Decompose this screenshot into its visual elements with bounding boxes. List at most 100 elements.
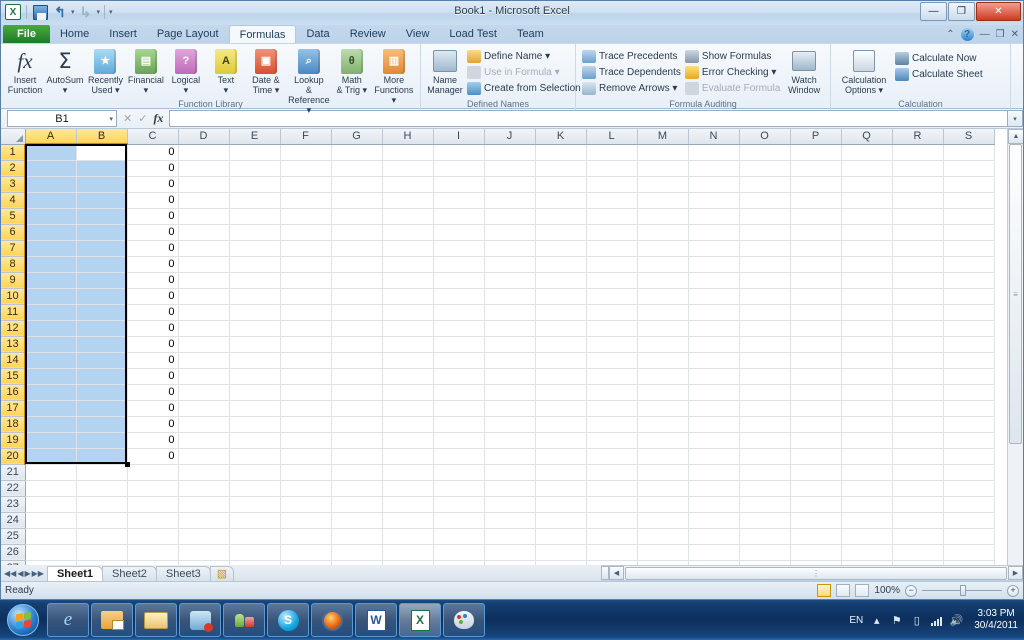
cell-h27[interactable]	[382, 560, 434, 565]
cell-j1[interactable]	[484, 144, 536, 161]
cell-g12[interactable]	[331, 320, 383, 337]
cell-j14[interactable]	[484, 352, 536, 369]
cell-o18[interactable]	[739, 416, 791, 433]
outlook-icon[interactable]	[91, 603, 133, 637]
cell-s25[interactable]	[943, 528, 995, 545]
cell-e15[interactable]	[229, 368, 281, 385]
name-box[interactable]: B1 ▾	[7, 110, 117, 127]
cell-p27[interactable]	[790, 560, 842, 565]
cell-k5[interactable]	[535, 208, 587, 225]
column-header-o[interactable]: O	[739, 129, 791, 145]
cell-m16[interactable]	[637, 384, 689, 401]
tab-home[interactable]: Home	[50, 25, 99, 43]
cell-g8[interactable]	[331, 256, 383, 273]
cell-d5[interactable]	[178, 208, 230, 225]
cell-m21[interactable]	[637, 464, 689, 481]
cell-n8[interactable]	[688, 256, 740, 273]
cell-l10[interactable]	[586, 288, 638, 305]
cell-r8[interactable]	[892, 256, 944, 273]
cell-h7[interactable]	[382, 240, 434, 257]
cell-p21[interactable]	[790, 464, 842, 481]
cell-k15[interactable]	[535, 368, 587, 385]
first-sheet-button[interactable]: ◀◀	[4, 569, 16, 578]
cell-h13[interactable]	[382, 336, 434, 353]
cell-r20[interactable]	[892, 448, 944, 465]
cell-b21[interactable]	[76, 464, 128, 481]
cell-g5[interactable]	[331, 208, 383, 225]
cell-c16[interactable]: 0	[127, 384, 179, 401]
cell-i16[interactable]	[433, 384, 485, 401]
cell-k21[interactable]	[535, 464, 587, 481]
cell-o21[interactable]	[739, 464, 791, 481]
cell-f1[interactable]	[280, 144, 332, 161]
cell-n17[interactable]	[688, 400, 740, 417]
cell-d23[interactable]	[178, 496, 230, 513]
cell-b11[interactable]	[76, 304, 128, 321]
cell-q18[interactable]	[841, 416, 893, 433]
cell-g2[interactable]	[331, 160, 383, 177]
cell-l3[interactable]	[586, 176, 638, 193]
cell-f14[interactable]	[280, 352, 332, 369]
name-manager-button[interactable]: Name Manager	[425, 46, 465, 96]
cell-g20[interactable]	[331, 448, 383, 465]
column-header-r[interactable]: R	[892, 129, 944, 145]
cell-s11[interactable]	[943, 304, 995, 321]
row-header-12[interactable]: 12	[1, 320, 26, 337]
column-header-g[interactable]: G	[331, 129, 383, 145]
cell-o27[interactable]	[739, 560, 791, 565]
cell-o24[interactable]	[739, 512, 791, 529]
cell-e19[interactable]	[229, 432, 281, 449]
cell-q19[interactable]	[841, 432, 893, 449]
cell-b16[interactable]	[76, 384, 128, 401]
cell-g3[interactable]	[331, 176, 383, 193]
column-header-m[interactable]: M	[637, 129, 689, 145]
cell-a19[interactable]	[25, 432, 77, 449]
cell-h15[interactable]	[382, 368, 434, 385]
cell-e4[interactable]	[229, 192, 281, 209]
cell-p2[interactable]	[790, 160, 842, 177]
cell-j18[interactable]	[484, 416, 536, 433]
cell-m25[interactable]	[637, 528, 689, 545]
cell-m8[interactable]	[637, 256, 689, 273]
column-header-h[interactable]: H	[382, 129, 434, 145]
cell-h12[interactable]	[382, 320, 434, 337]
insert-function-icon[interactable]: fx	[153, 111, 163, 126]
cell-n9[interactable]	[688, 272, 740, 289]
cell-h9[interactable]	[382, 272, 434, 289]
cell-n6[interactable]	[688, 224, 740, 241]
cell-p13[interactable]	[790, 336, 842, 353]
cell-e1[interactable]	[229, 144, 281, 161]
cell-l1[interactable]	[586, 144, 638, 161]
horizontal-scrollbar[interactable]: ◀ ⋮ ▶	[601, 565, 1023, 580]
cell-q23[interactable]	[841, 496, 893, 513]
cell-l12[interactable]	[586, 320, 638, 337]
cell-e5[interactable]	[229, 208, 281, 225]
cell-f7[interactable]	[280, 240, 332, 257]
cell-m22[interactable]	[637, 480, 689, 497]
cell-l11[interactable]	[586, 304, 638, 321]
cell-c19[interactable]: 0	[127, 432, 179, 449]
cell-e26[interactable]	[229, 544, 281, 561]
cell-m17[interactable]	[637, 400, 689, 417]
cell-m14[interactable]	[637, 352, 689, 369]
cell-m19[interactable]	[637, 432, 689, 449]
cell-i12[interactable]	[433, 320, 485, 337]
cell-o13[interactable]	[739, 336, 791, 353]
cell-l23[interactable]	[586, 496, 638, 513]
calculation-options-button[interactable]: Calculation Options ▾	[835, 46, 893, 96]
cell-o14[interactable]	[739, 352, 791, 369]
cell-h8[interactable]	[382, 256, 434, 273]
cell-g11[interactable]	[331, 304, 383, 321]
cell-h20[interactable]	[382, 448, 434, 465]
cell-o19[interactable]	[739, 432, 791, 449]
cell-l8[interactable]	[586, 256, 638, 273]
tab-insert[interactable]: Insert	[99, 25, 147, 43]
cell-i3[interactable]	[433, 176, 485, 193]
cell-r19[interactable]	[892, 432, 944, 449]
cell-q11[interactable]	[841, 304, 893, 321]
column-header-f[interactable]: F	[280, 129, 332, 145]
cell-r4[interactable]	[892, 192, 944, 209]
cell-j9[interactable]	[484, 272, 536, 289]
cell-a16[interactable]	[25, 384, 77, 401]
cell-k18[interactable]	[535, 416, 587, 433]
